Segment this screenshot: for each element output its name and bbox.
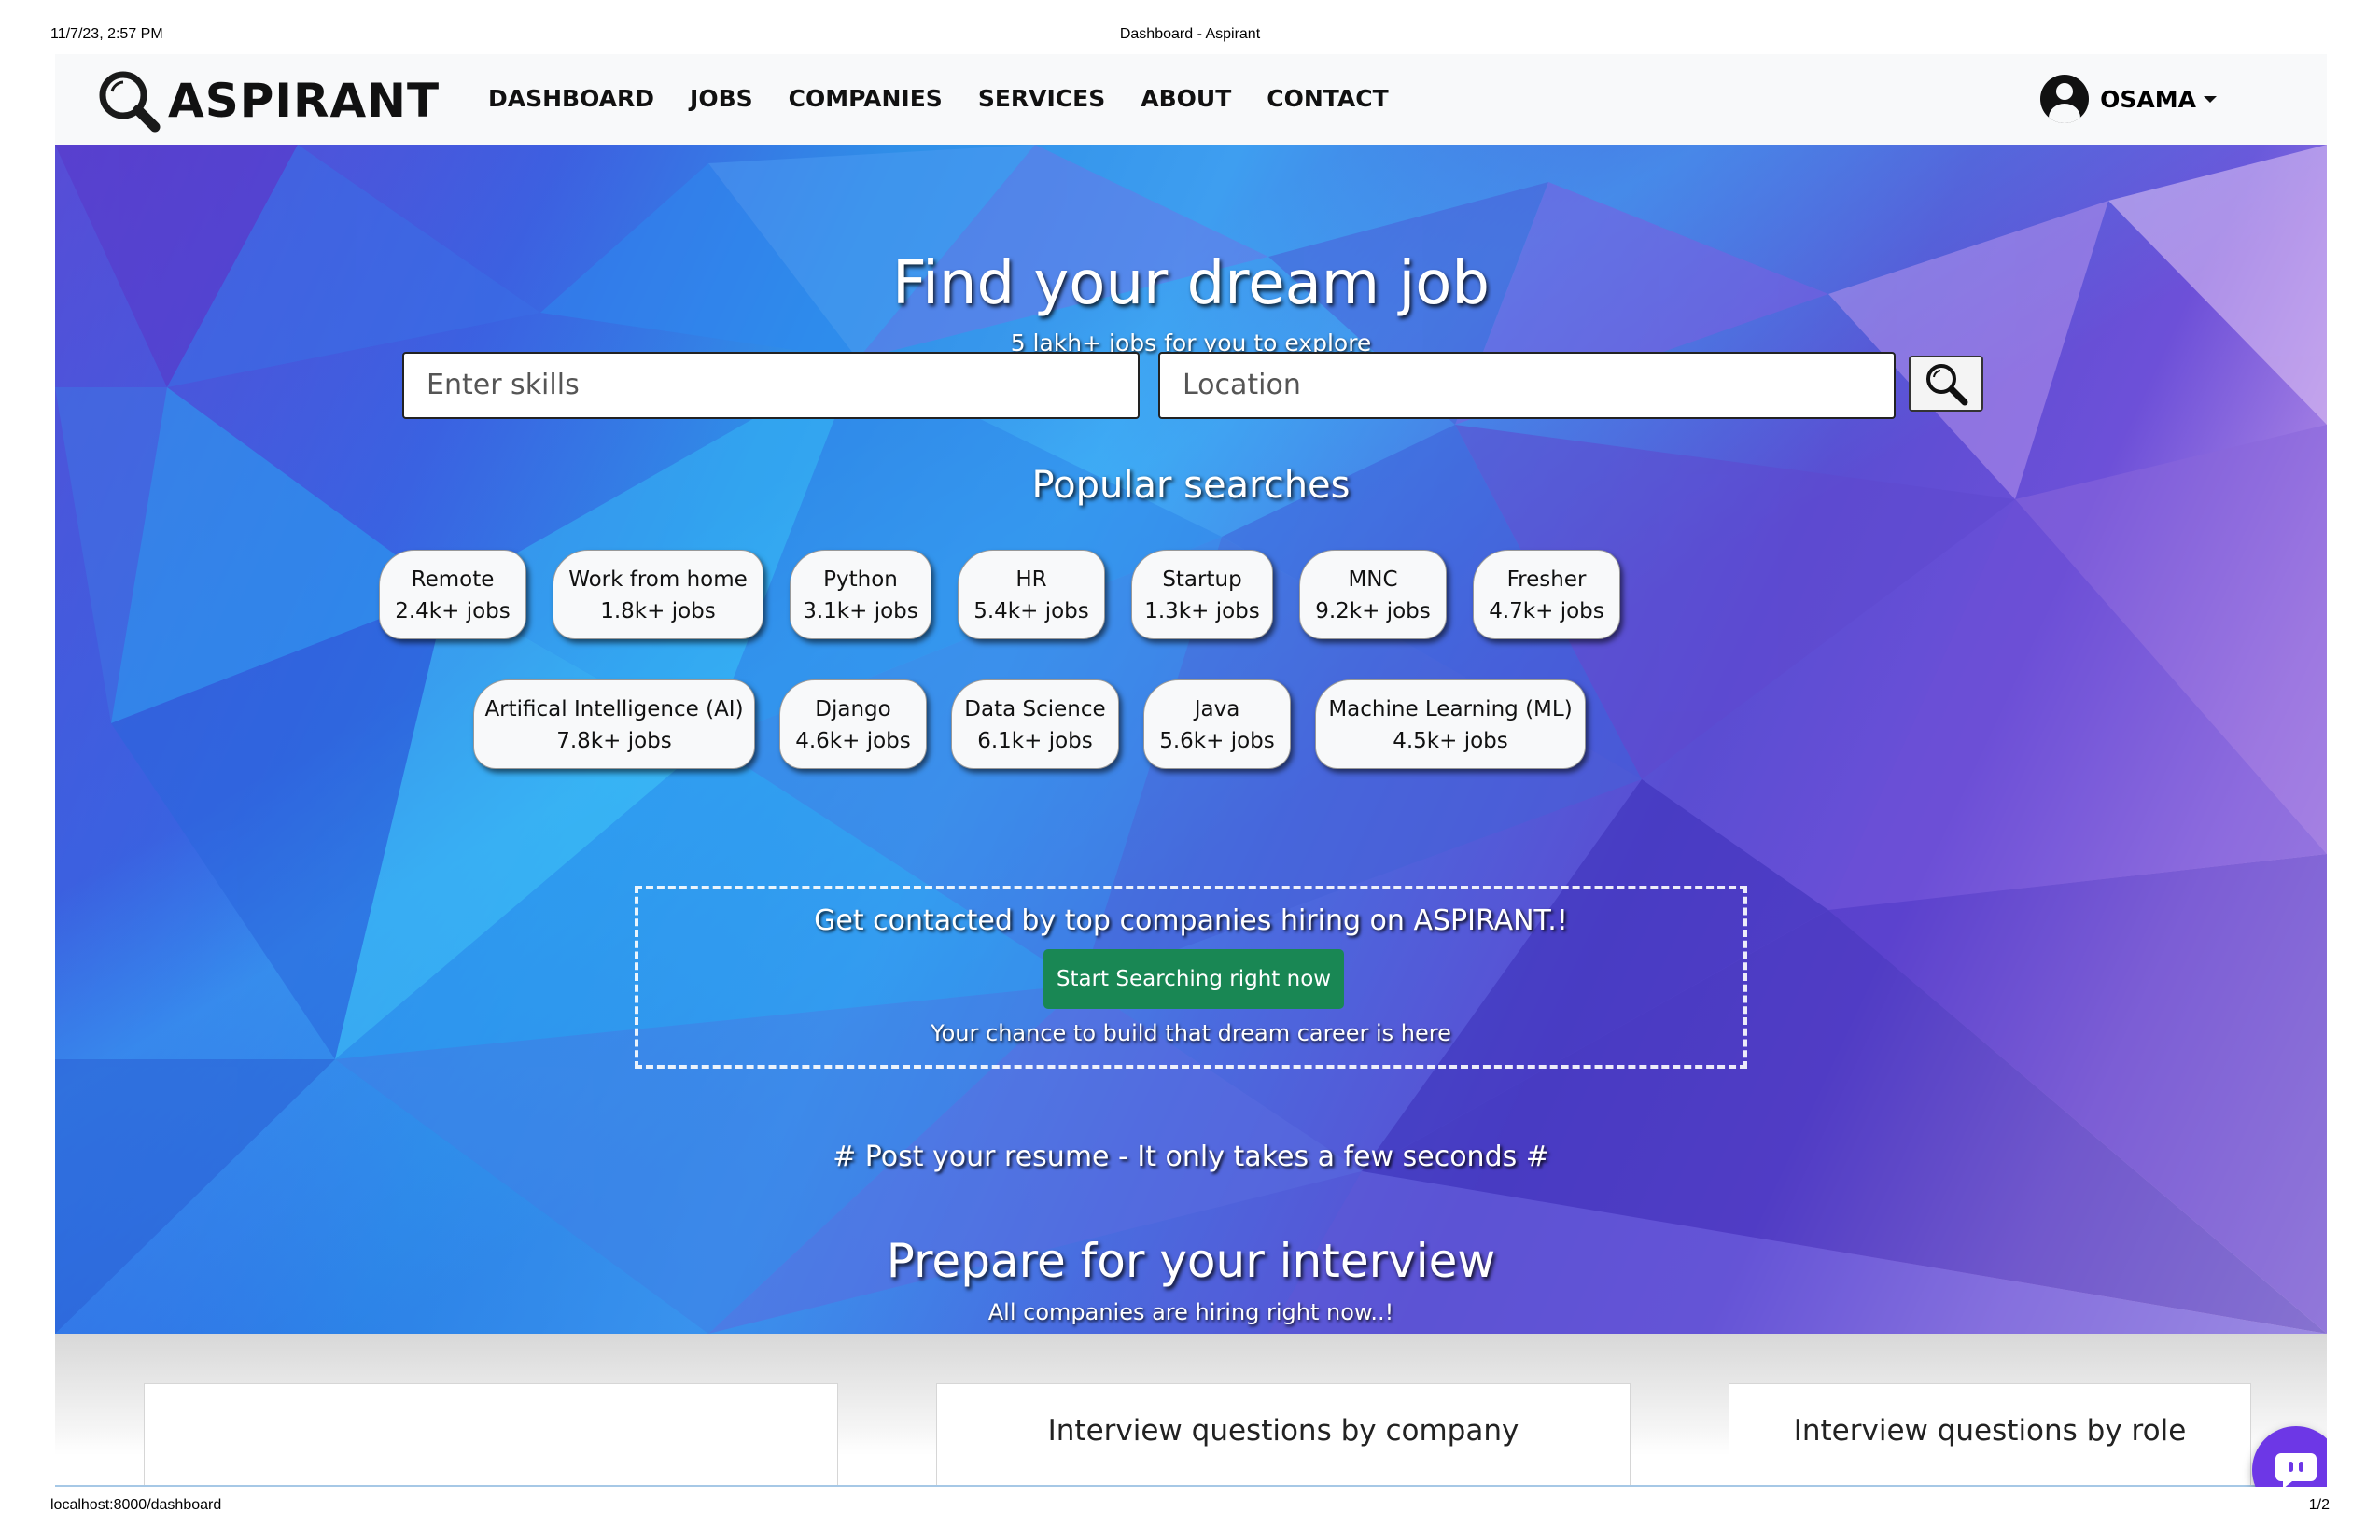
card-interview-by-company[interactable]: Interview questions by company — [936, 1383, 1631, 1487]
chip-count: 4.5k+ jobs — [1393, 729, 1508, 753]
card-interview-by-role[interactable]: Interview questions by role — [1729, 1383, 2251, 1487]
chip-fresher[interactable]: Fresher 4.7k+ jobs — [1473, 550, 1620, 639]
print-doc-title: Dashboard - Aspirant — [1119, 26, 1261, 42]
chip-work-from-home[interactable]: Work from home 1.8k+ jobs — [553, 550, 763, 639]
chat-icon — [2275, 1453, 2317, 1487]
chip-count: 4.7k+ jobs — [1489, 599, 1604, 623]
search-button[interactable] — [1909, 356, 1983, 412]
chip-count: 7.8k+ jobs — [556, 729, 672, 753]
cta-box: Get contacted by top companies hiring on… — [635, 886, 1747, 1069]
chip-name: Remote — [411, 567, 495, 592]
chip-name: MNC — [1348, 567, 1398, 592]
nav-jobs[interactable]: JOBS — [690, 82, 753, 116]
chip-python[interactable]: Python 3.1k+ jobs — [790, 550, 931, 639]
print-header: 11/7/23, 2:57 PM Dashboard - Aspirant — [50, 26, 2330, 47]
chip-ai[interactable]: Artifical Intelligence (AI) 7.8k+ jobs — [473, 679, 755, 769]
cta-note: Your chance to build that dream career i… — [931, 1020, 1451, 1046]
hero-title: Find your dream job — [891, 249, 1491, 318]
magnifier-icon — [99, 71, 161, 133]
user-menu[interactable]: OSAMA — [2040, 75, 2217, 123]
chip-name: HR — [1015, 567, 1047, 592]
search-icon — [1926, 364, 1968, 406]
nav-dashboard[interactable]: DASHBOARD — [488, 82, 654, 116]
divider — [55, 1485, 2327, 1487]
prepare-title: Prepare for your interview — [886, 1234, 1496, 1288]
skills-input[interactable]: Enter skills — [402, 352, 1140, 419]
chip-count: 5.6k+ jobs — [1159, 729, 1275, 753]
chip-name: Machine Learning (ML) — [1328, 697, 1573, 721]
chip-count: 1.8k+ jobs — [600, 599, 716, 623]
print-page-number: 1/2 — [2308, 1497, 2330, 1513]
chip-name: Work from home — [568, 567, 748, 592]
brand-name: ASPIRANT — [168, 74, 441, 128]
nav-links: DASHBOARD JOBS COMPANIES SERVICES ABOUT … — [488, 82, 1424, 116]
user-avatar-icon — [2040, 75, 2090, 123]
card-empty[interactable] — [144, 1383, 838, 1487]
print-url: localhost:8000/dashboard — [50, 1497, 222, 1513]
chip-java[interactable]: Java 5.6k+ jobs — [1143, 679, 1291, 769]
chip-startup[interactable]: Startup 1.3k+ jobs — [1131, 550, 1273, 639]
chip-name: Django — [815, 697, 891, 721]
chip-data-science[interactable]: Data Science 6.1k+ jobs — [951, 679, 1119, 769]
chip-name: Python — [823, 567, 898, 592]
chip-count: 5.4k+ jobs — [973, 599, 1089, 623]
nav-services[interactable]: SERVICES — [978, 82, 1105, 116]
chip-count: 6.1k+ jobs — [977, 729, 1093, 753]
chip-machine-learning[interactable]: Machine Learning (ML) 4.5k+ jobs — [1315, 679, 1586, 769]
page: ASPIRANT DASHBOARD JOBS COMPANIES SERVIC… — [55, 54, 2327, 1487]
chip-mnc[interactable]: MNC 9.2k+ jobs — [1299, 550, 1447, 639]
chip-count: 9.2k+ jobs — [1315, 599, 1431, 623]
location-input[interactable]: Location — [1158, 352, 1896, 419]
nav-companies[interactable]: COMPANIES — [789, 82, 943, 116]
post-resume-text: # Post your resume - It only takes a few… — [833, 1141, 1549, 1173]
popular-searches-title: Popular searches — [1031, 464, 1351, 507]
chip-name: Java — [1194, 697, 1240, 721]
nav-about[interactable]: ABOUT — [1141, 82, 1231, 116]
prepare-subtitle: All companies are hiring right now..! — [987, 1299, 1394, 1325]
chevron-down-icon — [2204, 95, 2217, 103]
chip-name: Startup — [1162, 567, 1242, 592]
user-name: OSAMA — [2100, 85, 2196, 113]
hero-section: Find your dream job 5 lakh+ jobs for you… — [55, 145, 2327, 1334]
print-footer: localhost:8000/dashboard 1/2 — [50, 1497, 2330, 1518]
nav-contact[interactable]: CONTACT — [1267, 82, 1388, 116]
chip-django[interactable]: Django 4.6k+ jobs — [779, 679, 927, 769]
chip-count: 4.6k+ jobs — [795, 729, 911, 753]
chip-count: 1.3k+ jobs — [1144, 599, 1260, 623]
chip-name: Data Science — [964, 697, 1106, 721]
chip-count: 2.4k+ jobs — [395, 599, 511, 623]
cta-text: Get contacted by top companies hiring on… — [814, 904, 1568, 937]
brand[interactable]: ASPIRANT — [95, 63, 440, 138]
chip-hr[interactable]: HR 5.4k+ jobs — [958, 550, 1105, 639]
chip-count: 3.1k+ jobs — [803, 599, 918, 623]
chip-name: Artifical Intelligence (AI) — [484, 697, 744, 721]
chip-name: Fresher — [1506, 567, 1587, 592]
start-searching-button[interactable]: Start Searching right now — [1043, 949, 1344, 1009]
navbar: ASPIRANT DASHBOARD JOBS COMPANIES SERVIC… — [55, 54, 2327, 146]
chip-remote[interactable]: Remote 2.4k+ jobs — [379, 550, 526, 639]
